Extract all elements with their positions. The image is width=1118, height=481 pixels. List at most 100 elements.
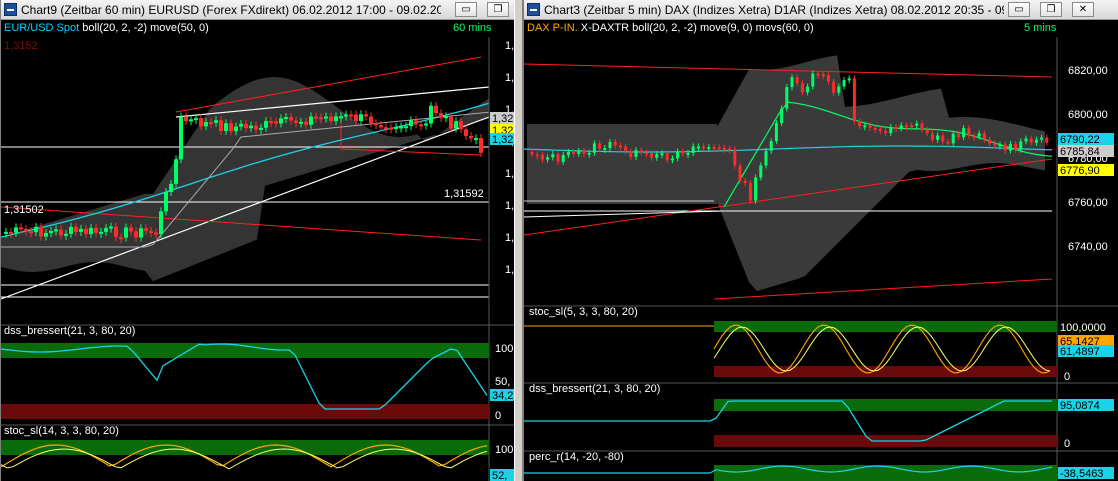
candle — [404, 126, 408, 129]
candle — [234, 126, 238, 132]
price-tag-ma: 1,32 — [492, 134, 513, 146]
left-indicators: boll(20, 2, -2) move(50, 0) — [82, 22, 209, 34]
candle — [899, 125, 903, 129]
candle — [294, 120, 298, 123]
candle — [364, 114, 368, 117]
candle — [29, 231, 33, 234]
close-button[interactable]: ✕ — [1072, 2, 1094, 17]
chart-window-icon — [527, 3, 540, 16]
candle — [159, 211, 163, 235]
left-chart-canvas[interactable]: 1,31521,315921,315021,1,1,1,1,1,1,1,1,32… — [1, 37, 515, 481]
candle — [681, 151, 685, 154]
candle — [204, 122, 208, 127]
restore-button[interactable]: ❐ — [487, 2, 509, 17]
price-axis-tick: 6800,00 — [1068, 109, 1108, 121]
price-tag-ma: 6790,22 — [1060, 134, 1100, 146]
candle — [561, 154, 565, 162]
candle — [474, 138, 478, 141]
candle — [821, 74, 825, 77]
candle — [858, 121, 862, 127]
candle — [84, 228, 88, 235]
candle — [993, 143, 997, 146]
candle — [608, 141, 612, 148]
minimize-button[interactable]: ▭ — [455, 2, 477, 17]
candle — [4, 231, 8, 234]
candle — [54, 229, 58, 232]
candle — [868, 125, 872, 128]
candle — [816, 73, 820, 76]
price-axis-tick: 1, — [505, 264, 514, 276]
right-window-titlebar[interactable]: Chart3 (Zeitbar 5 min) DAX (Indizes Xetr… — [524, 0, 1118, 20]
pane-axis-tick: 100, — [495, 343, 515, 355]
candle — [384, 127, 388, 130]
price-axis-tick: 6760,00 — [1068, 197, 1108, 209]
candle — [733, 149, 737, 166]
left-symbol-header: EUR/USD Spot boll(20, 2, -2) move(50, 0) — [4, 22, 209, 34]
candle — [873, 127, 877, 130]
candle — [184, 116, 188, 122]
candle — [790, 77, 794, 88]
candle — [479, 138, 483, 153]
stoch-d-line — [713, 326, 1051, 372]
candle — [800, 83, 804, 93]
left-symbol: EUR/USD Spot — [4, 22, 80, 34]
right-window-title: Chart3 (Zeitbar 5 min) DAX (Indizes Xetr… — [544, 3, 1004, 17]
candle — [399, 126, 403, 129]
candle — [1014, 143, 1018, 150]
left-window-titlebar[interactable]: Chart9 (Zeitbar 60 min) EURUSD (Forex FX… — [1, 0, 515, 20]
candle — [587, 152, 591, 155]
candle — [660, 153, 664, 156]
candle — [780, 108, 784, 124]
candle — [389, 127, 393, 130]
candle — [878, 128, 882, 131]
candle — [279, 118, 283, 124]
candle — [454, 121, 458, 129]
price-axis-tick: 1, — [505, 72, 514, 84]
oversold-zone — [1, 404, 489, 419]
candle — [429, 105, 433, 124]
oversold-zone — [714, 366, 1057, 377]
candle — [34, 226, 38, 233]
candle — [304, 121, 308, 125]
candle — [738, 165, 742, 181]
candle — [249, 125, 253, 129]
candle — [444, 116, 448, 119]
candle — [224, 123, 228, 131]
candle — [209, 122, 213, 125]
candle — [785, 87, 789, 109]
candle — [535, 154, 539, 157]
candle — [650, 153, 654, 158]
candle — [439, 113, 443, 118]
minimize-button[interactable]: ▭ — [1008, 2, 1030, 17]
candle — [1029, 138, 1033, 143]
candle — [795, 77, 799, 84]
candle — [665, 153, 669, 161]
price-tag-mid: 6785,84 — [1060, 146, 1100, 158]
left-chart-window[interactable]: Chart9 (Zeitbar 60 min) EURUSD (Forex FX… — [0, 0, 515, 481]
candle — [806, 86, 810, 93]
candle — [124, 227, 128, 238]
candle — [624, 146, 628, 152]
candle — [639, 150, 643, 153]
right-chart-window[interactable]: Chart3 (Zeitbar 5 min) DAX (Indizes Xetr… — [523, 0, 1118, 481]
candle — [194, 118, 198, 121]
candle — [64, 233, 68, 236]
window-separator[interactable] — [514, 0, 523, 481]
candle — [592, 143, 596, 153]
pane-axis-tick: 100, — [495, 444, 515, 456]
restore-button[interactable]: ❐ — [1040, 2, 1062, 17]
candle — [530, 152, 534, 155]
candle — [324, 116, 328, 119]
right-chart-canvas[interactable]: 6820,006800,006780,006760,006740,006790,… — [524, 37, 1118, 481]
candle — [629, 151, 633, 158]
candle — [670, 158, 674, 161]
candle — [469, 136, 473, 139]
candle — [618, 145, 622, 148]
candle — [930, 133, 934, 140]
candle — [114, 226, 118, 238]
candle — [259, 127, 263, 130]
candle — [59, 229, 63, 236]
candle — [603, 147, 607, 150]
candle — [379, 125, 383, 128]
candle — [139, 228, 143, 238]
